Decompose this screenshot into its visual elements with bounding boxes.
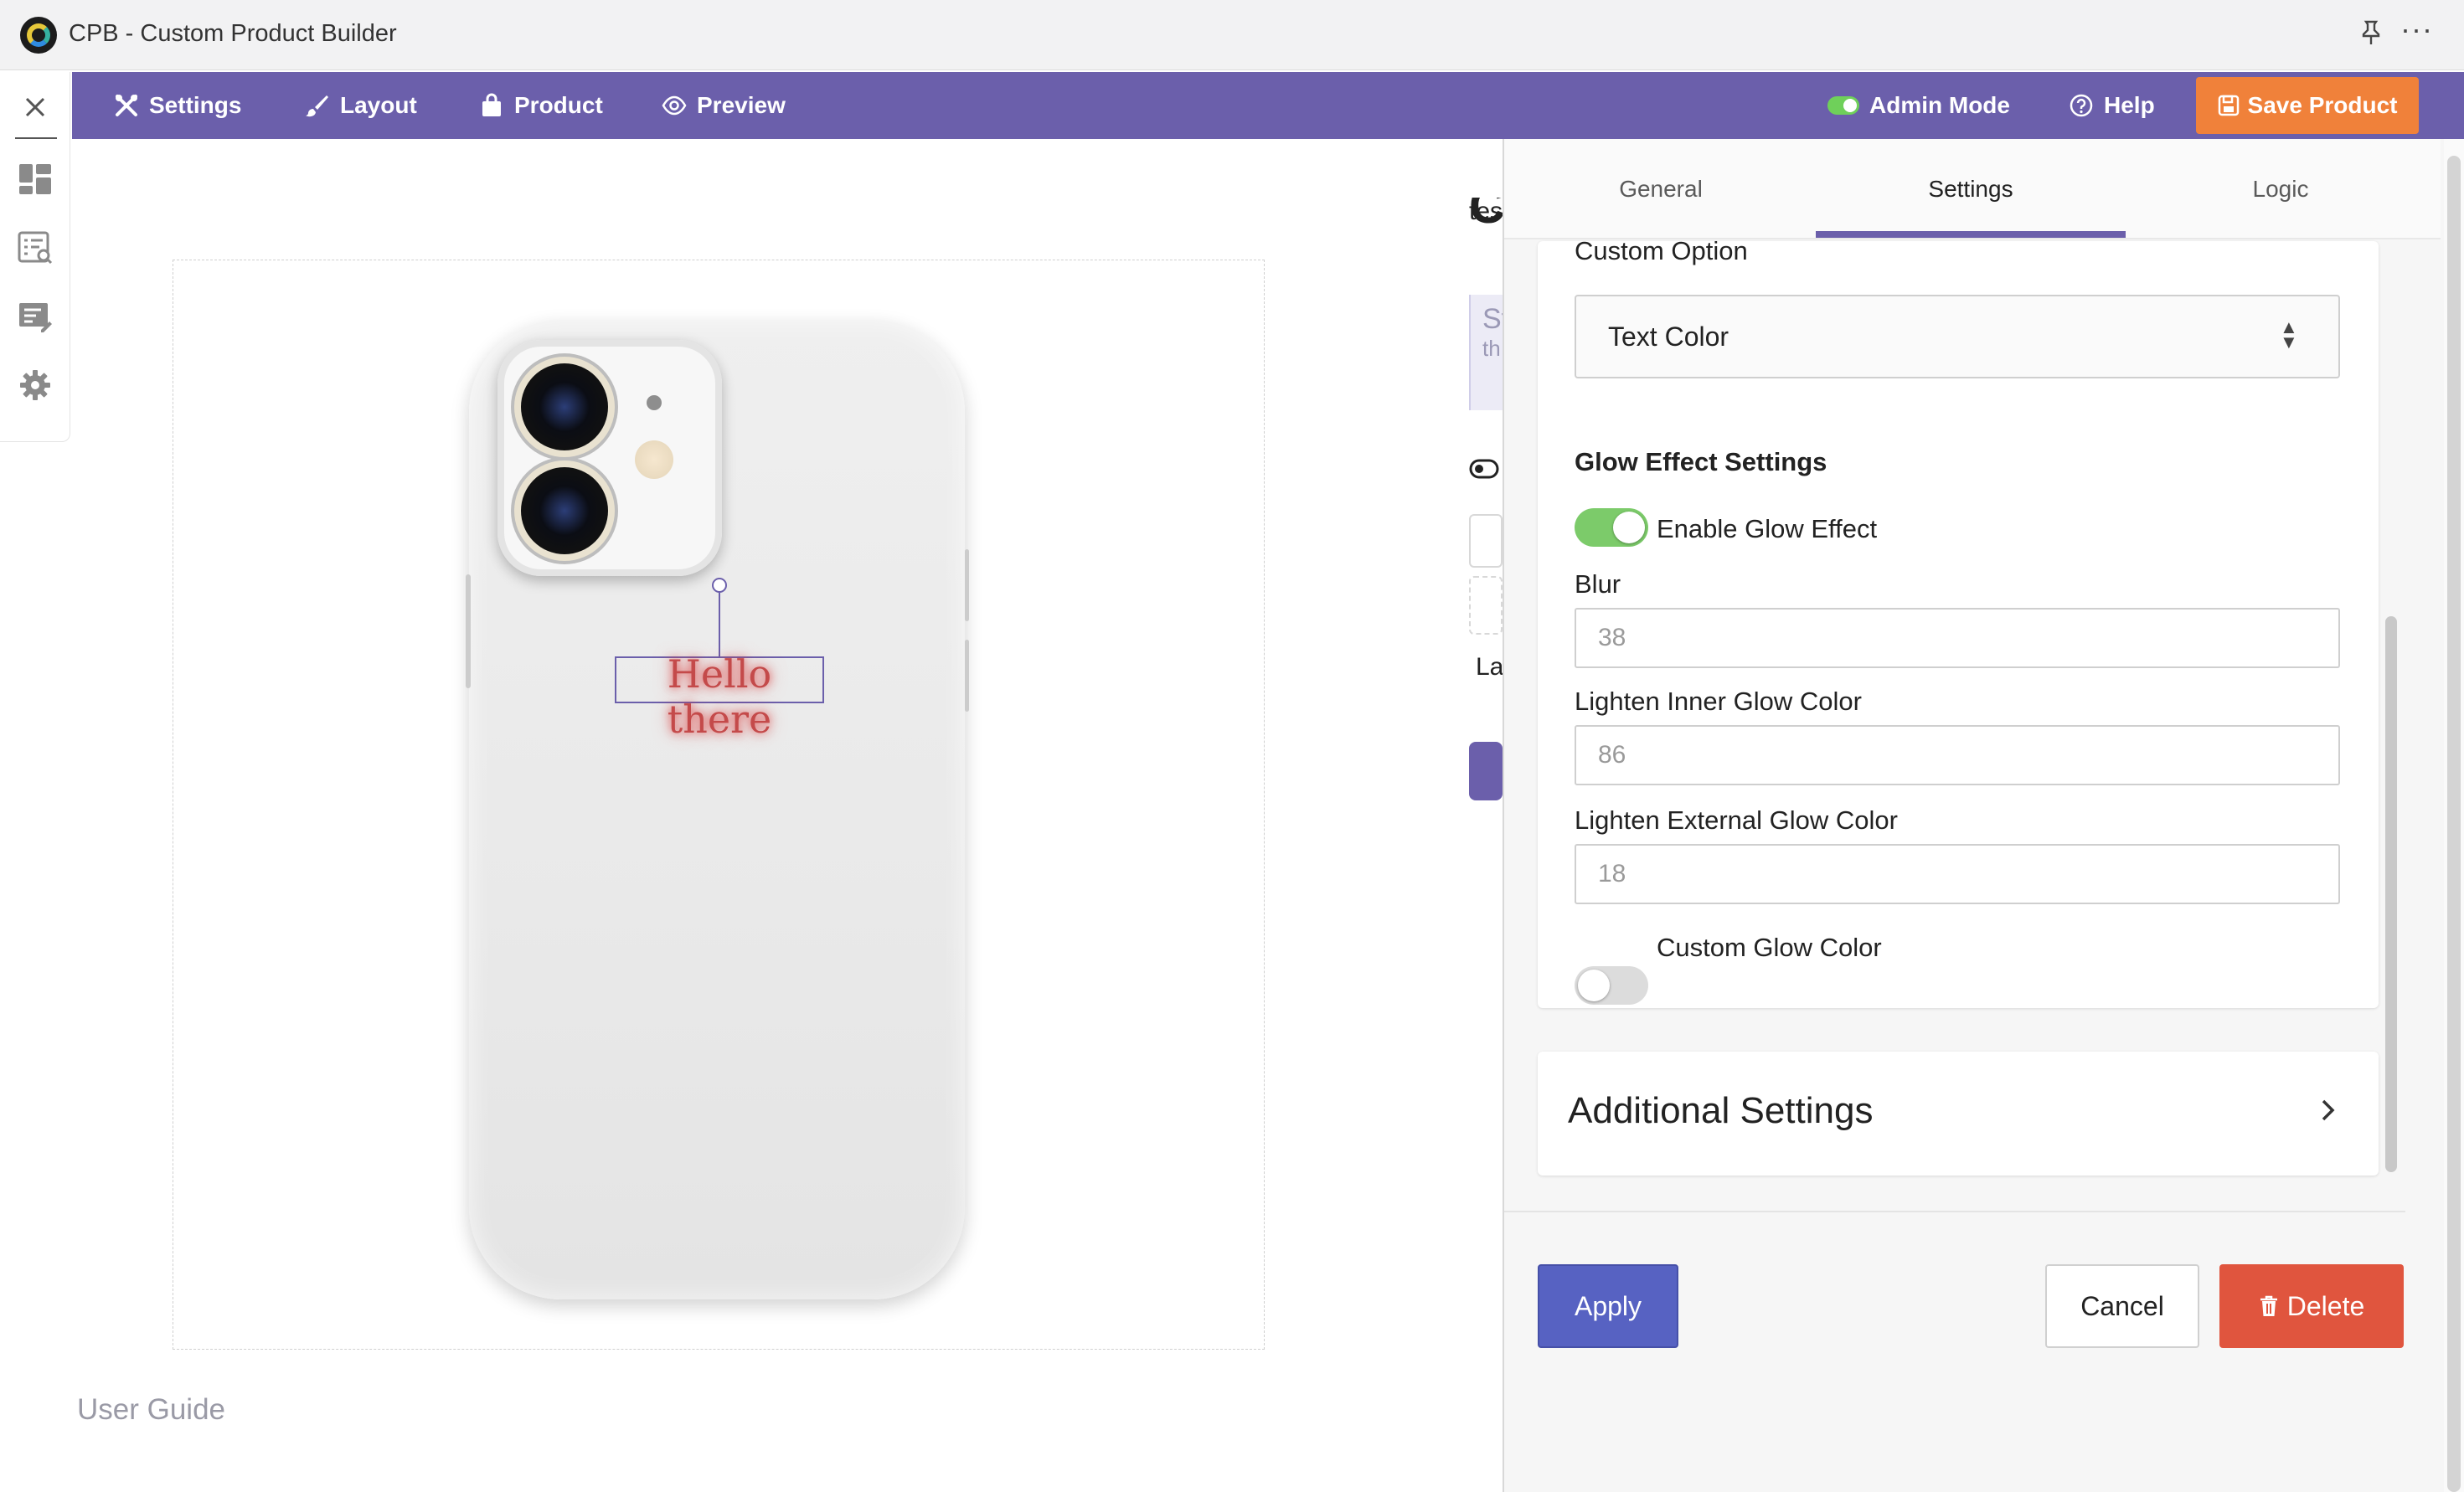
shopping-bag-icon [482, 93, 501, 116]
nav-layout-label: Layout [340, 92, 417, 118]
nav-product-label: Product [514, 92, 603, 118]
inner-glow-label: Lighten Inner Glow Color [1575, 687, 1862, 716]
button-fragment [1469, 742, 1503, 800]
more-options-icon[interactable]: ··· [2400, 12, 2433, 47]
admin-mode-toggle[interactable]: Admin Mode [1827, 72, 2010, 139]
text-layer[interactable]: Hello there [615, 651, 824, 742]
text-fragment: tes [1469, 198, 1503, 225]
camera-module [497, 340, 722, 576]
input-fragment [1469, 514, 1503, 568]
apply-button[interactable]: Apply [1538, 1264, 1678, 1348]
footer-divider [1504, 1211, 2405, 1212]
save-product-label: Save Product [2247, 92, 2398, 118]
inner-glow-input[interactable]: 86 [1575, 725, 2340, 785]
tab-logic[interactable]: Logic [2126, 139, 2436, 239]
phone-side-button [965, 549, 969, 621]
blur-input[interactable]: 38 [1575, 608, 2340, 668]
phone-side-button [965, 640, 969, 712]
microphone-dot [647, 395, 662, 410]
brush-icon [306, 95, 328, 117]
upload-fragment [1469, 576, 1503, 635]
form-edit-icon[interactable] [17, 298, 54, 335]
nav-preview-label: Preview [697, 92, 786, 118]
rail-divider [15, 137, 57, 139]
panel-scrollbar[interactable] [2385, 616, 2397, 1172]
additional-settings-title: Additional Settings [1568, 1090, 1874, 1131]
page-scrollbar[interactable] [2447, 156, 2461, 1492]
save-product-button[interactable]: Save Product [2196, 77, 2419, 134]
info-box-text: th [1482, 336, 1501, 361]
pin-icon[interactable] [2360, 20, 2382, 51]
eye-icon [662, 95, 687, 116]
camera-lens [521, 363, 608, 450]
nav-preview[interactable]: Preview [662, 72, 786, 139]
nav-product[interactable]: Product [479, 72, 603, 139]
glow-section-title: Glow Effect Settings [1575, 447, 1827, 476]
camera-lens [521, 467, 608, 554]
info-box-fragment: St th [1469, 295, 1510, 410]
delete-button[interactable]: Delete [2219, 1264, 2404, 1348]
app-logo-icon [20, 17, 57, 54]
blur-label: Blur [1575, 569, 1621, 599]
nav-help[interactable]: Help [2069, 72, 2155, 139]
toggle-on-icon [1827, 96, 1859, 115]
user-guide-link[interactable]: User Guide [77, 1393, 225, 1427]
custom-glow-label: Custom Glow Color [1657, 933, 1882, 962]
nav-settings-label: Settings [149, 92, 242, 118]
dashboard-icon[interactable] [17, 161, 54, 198]
trash-icon [2260, 1295, 2277, 1316]
window-title: CPB - Custom Product Builder [69, 20, 397, 47]
tab-settings[interactable]: Settings [1816, 139, 2126, 239]
chevron-right-icon [2320, 1093, 2337, 1131]
custom-option-label: Custom Option [1575, 236, 1748, 265]
tools-icon [116, 95, 137, 116]
custom-glow-toggle[interactable] [1575, 966, 1648, 1005]
save-icon [2218, 95, 2239, 116]
select-arrows-icon: ▲ ▼ [2280, 316, 2298, 352]
tab-general[interactable]: General [1506, 139, 1816, 239]
active-tab-indicator [1816, 231, 2126, 238]
enable-glow-toggle[interactable] [1575, 508, 1648, 547]
phone-side-button [466, 574, 471, 688]
help-label: Help [2104, 92, 2155, 118]
gear-icon[interactable] [17, 367, 54, 404]
nav-settings[interactable]: Settings [114, 72, 241, 139]
external-glow-input[interactable]: 18 [1575, 844, 2340, 904]
custom-option-select[interactable]: Text Color [1575, 295, 2340, 378]
admin-mode-label: Admin Mode [1869, 92, 2010, 118]
toggle-icon [1469, 459, 1503, 484]
delete-label: Delete [2286, 1290, 2365, 1321]
external-glow-label: Lighten External Glow Color [1575, 805, 1898, 835]
enable-glow-label: Enable Glow Effect [1657, 514, 1878, 543]
nav-layout[interactable]: Layout [305, 72, 417, 139]
info-box-text: St [1482, 303, 1510, 335]
list-search-icon[interactable] [17, 229, 54, 266]
close-icon[interactable] [17, 89, 54, 126]
rotation-handle[interactable] [712, 578, 727, 593]
cancel-button[interactable]: Cancel [2045, 1264, 2199, 1348]
camera-flash [635, 440, 673, 479]
label-fragment: La [1476, 653, 1503, 681]
help-circle-icon [2070, 94, 2093, 117]
rotation-handle-line [719, 593, 720, 656]
